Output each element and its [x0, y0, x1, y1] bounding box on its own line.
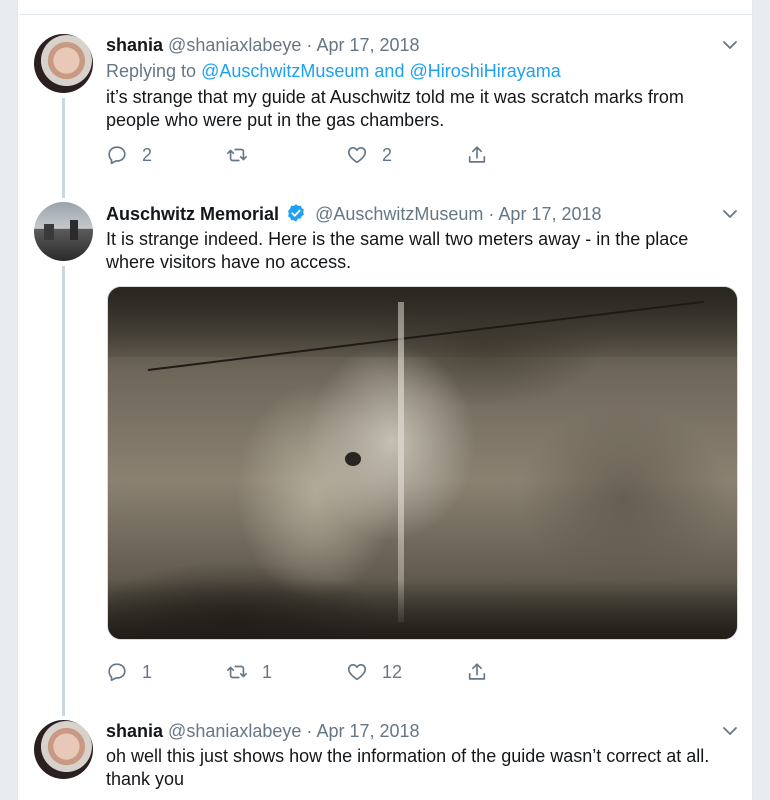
- tweet-header: shania @shaniaxlabeye · Apr 17, 2018: [106, 719, 420, 743]
- separator: ·: [488, 204, 495, 224]
- tweet-date[interactable]: Apr 17, 2018: [498, 204, 601, 224]
- reply-count: 2: [142, 144, 153, 165]
- reply-icon: [108, 663, 126, 682]
- retweet-button[interactable]: [226, 143, 262, 167]
- tweet-text: It is strange indeed. Here is the same w…: [106, 229, 689, 272]
- tweet-date[interactable]: Apr 17, 2018: [316, 721, 419, 741]
- like-icon: [347, 147, 367, 164]
- divider: [17, 14, 753, 15]
- tweet-photo[interactable]: [107, 286, 738, 640]
- avatar[interactable]: [34, 34, 93, 93]
- photo-wall-hole: [345, 452, 361, 466]
- replying-prefix: Replying to: [106, 61, 197, 81]
- chevron-down-icon[interactable]: [722, 723, 738, 739]
- user-handle[interactable]: @shaniaxlabeye: [168, 35, 301, 55]
- retweet-button[interactable]: 1: [226, 660, 272, 684]
- reply-icon: [108, 146, 126, 165]
- display-name[interactable]: Auschwitz Memorial: [106, 204, 279, 224]
- user-handle[interactable]: @AuschwitzMuseum: [315, 204, 483, 224]
- avatar[interactable]: [34, 720, 93, 779]
- reply-button[interactable]: 2: [106, 143, 152, 167]
- tweet-text: oh well this just shows how the informat…: [106, 746, 710, 789]
- photo-wall-seam: [398, 302, 404, 622]
- photo-ceiling: [108, 287, 737, 357]
- display-name[interactable]: shania: [106, 721, 163, 741]
- reply-count: 1: [142, 661, 153, 682]
- tweet-header: Auschwitz Memorial @AuschwitzMuseum · Ap…: [106, 202, 602, 226]
- user-handle[interactable]: @shaniaxlabeye: [168, 721, 301, 741]
- retweet-count: 1: [262, 661, 273, 682]
- tweet-header: shania @shaniaxlabeye · Apr 17, 2018: [106, 33, 420, 57]
- separator: ·: [306, 721, 313, 741]
- like-count: 2: [382, 144, 393, 165]
- tweet-actions: 1 1 12: [106, 660, 506, 684]
- avatar[interactable]: [34, 202, 93, 261]
- tweet-text: it’s strange that my guide at Auschwitz …: [106, 87, 684, 130]
- retweet-icon: [227, 665, 247, 679]
- share-icon: [468, 146, 486, 163]
- tweet-date[interactable]: Apr 17, 2018: [316, 35, 419, 55]
- retweet-icon: [227, 148, 247, 162]
- separator: ·: [306, 35, 313, 55]
- mention-link[interactable]: @AuschwitzMuseum: [201, 61, 369, 81]
- share-button[interactable]: [466, 143, 488, 167]
- mention-link[interactable]: @HiroshiHirayama: [409, 61, 560, 81]
- share-icon: [468, 663, 486, 680]
- thread-line: [62, 266, 65, 716]
- share-button[interactable]: [466, 660, 488, 684]
- avatar-detail: [44, 224, 54, 240]
- photo-floor: [108, 579, 737, 639]
- display-name[interactable]: shania: [106, 35, 163, 55]
- like-button[interactable]: 12: [346, 660, 402, 684]
- tweet-actions: 2 2: [106, 143, 506, 167]
- verified-badge-icon: [288, 204, 304, 222]
- replying-to: Replying to @AuschwitzMuseum and @Hirosh…: [106, 59, 561, 83]
- reply-button[interactable]: 1: [106, 660, 152, 684]
- replying-and[interactable]: and: [374, 61, 404, 81]
- thread-line: [62, 98, 65, 198]
- like-count: 12: [382, 661, 403, 682]
- avatar-detail: [70, 220, 78, 240]
- chevron-down-icon[interactable]: [722, 37, 738, 53]
- like-button[interactable]: 2: [346, 143, 392, 167]
- like-icon: [347, 664, 367, 681]
- chevron-down-icon[interactable]: [722, 206, 738, 222]
